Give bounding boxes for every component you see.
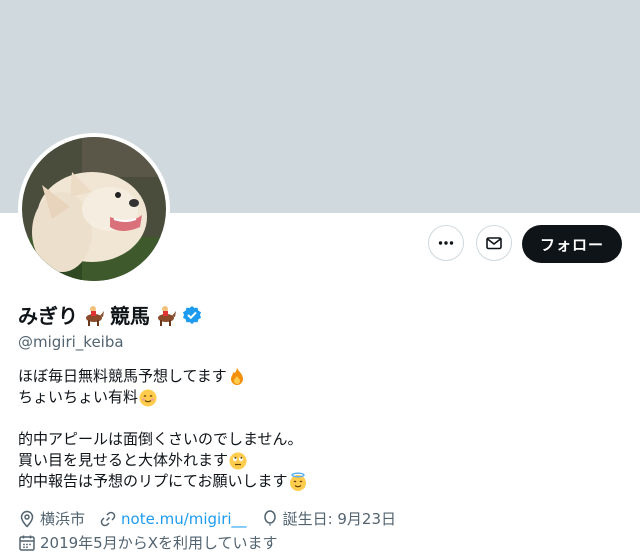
display-name-suffix: 競馬: [110, 304, 150, 328]
link-icon: [100, 511, 116, 526]
bio-line: ちょいちょい有料: [18, 388, 139, 406]
location-icon: [20, 510, 34, 528]
verified-badge-icon[interactable]: [182, 305, 202, 325]
profile-link[interactable]: note.mu/migiri__: [121, 510, 247, 528]
more-button[interactable]: [428, 225, 464, 261]
bio-line: 的中アピールは面倒くさいのでしません。: [18, 430, 303, 448]
fire-icon: [227, 367, 247, 387]
balloon-icon: [263, 509, 276, 525]
bio-line: 的中報告は予想のリプにてお願いします: [18, 472, 288, 490]
avatar[interactable]: [18, 133, 170, 285]
calendar-icon: [19, 535, 35, 551]
rolling-eyes-icon: [228, 451, 248, 471]
display-name: みぎり: [18, 304, 78, 328]
envelope-icon: [486, 237, 502, 250]
message-button[interactable]: [476, 225, 512, 261]
joined-row: 2019年5月からXを利用しています: [18, 532, 278, 553]
horse-racing-icon: [82, 303, 106, 327]
profile-meta: 横浜市 note.mu/migiri__ 誕生日: 9月23日: [18, 508, 406, 529]
blushing-face-icon: [138, 388, 158, 408]
follow-button[interactable]: フォロー: [522, 225, 622, 263]
joined-text: 2019年5月からXを利用しています: [40, 534, 278, 552]
location-text: 横浜市: [40, 510, 86, 528]
bio-line: ほぼ毎日無料競馬予想してます: [18, 367, 227, 385]
bio: ほぼ毎日無料競馬予想してます ちょいちょい有料 的中アピールは面倒くさいのでしま…: [18, 366, 308, 492]
more-icon: [438, 241, 454, 245]
horse-racing-icon: [154, 303, 178, 327]
birthday-text: 誕生日: 9月23日: [282, 510, 397, 528]
avatar-image: [22, 137, 166, 281]
bio-line: 買い目を見せると大体外れます: [18, 451, 229, 469]
display-name-row: みぎり 競馬: [18, 300, 202, 329]
halo-face-icon: [288, 472, 308, 492]
handle: @migiri_keiba: [18, 333, 124, 351]
